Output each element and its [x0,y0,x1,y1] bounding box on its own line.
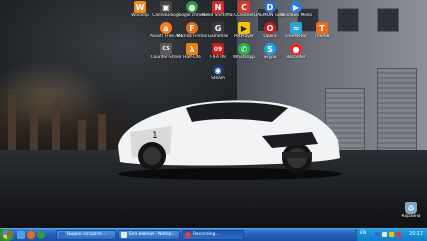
daemon-tools-icon: D [264,1,276,13]
system-tray: EN 20:17 [356,229,427,241]
opera-icon: O [264,22,276,34]
firefox-icon: F [186,22,198,34]
tray-network-icon[interactable] [375,232,380,237]
camstudio-icon: ▣ [160,1,172,13]
desktop-icon-steam[interactable]: ◉ Steam [202,64,234,81]
desktop-icon-label: Корзина [401,214,421,219]
wallpaper-crane [8,95,16,150]
taskbar-item-notepad[interactable]: Без имени - Notep... [118,230,180,240]
steam-icon: ◉ [212,64,224,76]
tray-recorder-icon[interactable] [396,232,401,237]
skype-icon: S [264,43,276,55]
desktop-icon-recycle-bin[interactable]: ♻ Корзина [395,202,427,219]
winamp-icon: W [134,1,146,13]
tray-app-icon[interactable] [389,232,394,237]
windows-logo-icon [3,231,11,239]
desktop-icon-label: Steam [211,76,225,81]
recording-icon [185,232,191,238]
svg-text:1: 1 [152,131,158,141]
taskbar: Видео создате... Без имени - Notep... Re… [0,228,427,241]
recorder-icon: ● [290,43,302,55]
taskbar-item-label: Видео создате... [67,232,107,237]
media-player-icon: ▶ [290,1,302,13]
taskbar-item-recording[interactable]: Recording... [182,230,244,240]
wallpaper-garage-door [377,68,417,160]
start-button[interactable] [0,229,14,241]
counter-strike-icon: CS [160,43,172,55]
wallpaper-car: 1 [118,100,342,180]
wallpaper-crane [78,120,86,150]
theaib-icon: T [316,22,328,34]
desktop-wallpaper: 1 W Winamp ▣ CamStudio 7 ● google chrome… [0,0,427,228]
desktop-icon-label: Windows Media Player [280,13,312,18]
potplayer-icon: ▶ [238,22,250,34]
taskbar-item-label: Без имени - Notep... [129,232,176,237]
notepad-icon [121,232,127,238]
firefox-quicklaunch-icon[interactable] [27,231,35,239]
wallpaper-crane [98,114,106,150]
fifa-icon: 09 [212,43,224,55]
clock[interactable]: 20:17 [409,232,423,237]
desktop-icon-label: TheAIB [314,34,330,39]
wallpaper-crane [52,102,60,150]
taskbar-item-label: Recording... [193,232,220,237]
chrome-quicklaunch-icon[interactable] [37,231,45,239]
desktop-icon-recorder[interactable]: ● Recorder [280,43,312,60]
ccleaner-icon: C [238,1,250,13]
tray-volume-icon[interactable] [382,232,387,237]
show-desktop-icon[interactable] [17,231,25,239]
half-life-icon: λ [186,43,198,55]
gamerail-icon: G [212,22,224,34]
needshift-icon: N [212,1,224,13]
desktop-icon-label: Recorder [286,55,306,60]
taskbar-item-video-creator[interactable]: Видео создате... [56,230,116,240]
whatsapp-icon: ✆ [238,43,250,55]
freemeter-icon: ≈ [290,22,302,34]
wallpaper-crane [30,108,38,150]
wallpaper-window [337,8,359,32]
avast-icon: a [160,22,172,34]
language-indicator[interactable]: EN [360,231,366,236]
desktop-icon-theaib[interactable]: T TheAIB [306,22,338,39]
video-app-icon [59,232,65,238]
recycle-bin-icon: ♻ [405,202,417,214]
chrome-icon: ● [186,1,198,13]
wallpaper-window [377,8,399,32]
desktop-icon-media-player[interactable]: ▶ Windows Media Player [280,1,312,18]
